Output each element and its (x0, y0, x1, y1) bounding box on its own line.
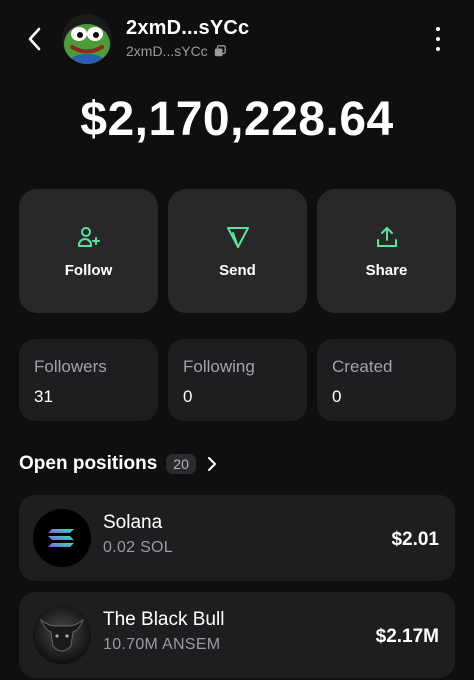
position-amount: 10.70M ANSEM (103, 636, 221, 653)
following-stat[interactable]: Following 0 (168, 339, 307, 421)
following-label: Following (183, 357, 255, 376)
position-name: The Black Bull (103, 609, 225, 630)
profile-name: 2xmD...sYCc (126, 17, 250, 39)
send-label: Send (219, 261, 256, 279)
more-options-button[interactable] (428, 24, 448, 54)
portfolio-balance: $2,170,228.64 (80, 93, 394, 146)
position-row[interactable]: Solana 0.02 SOL $2.01 (19, 495, 455, 581)
position-row[interactable]: The Black Bull 10.70M ANSEM $2.17M (19, 592, 455, 678)
dot-icon (436, 47, 440, 51)
dot-icon (436, 37, 440, 41)
send-icon (225, 224, 251, 250)
position-name: Solana (103, 512, 163, 533)
address-row[interactable]: 2xmD...sYCc (126, 43, 226, 59)
position-amount: 0.02 SOL (103, 539, 174, 556)
positions-count-badge: 20 (166, 454, 196, 474)
pepe-avatar-icon (62, 14, 112, 64)
share-button[interactable]: Share (317, 189, 456, 313)
following-count: 0 (183, 387, 193, 406)
user-plus-icon (76, 224, 102, 250)
black-bull-icon (33, 606, 91, 664)
position-value: $2.01 (391, 529, 439, 550)
back-button[interactable] (22, 26, 46, 52)
created-count: 0 (332, 387, 342, 406)
wallet-address: 2xmD...sYCc (126, 43, 208, 59)
solana-logo-icon (33, 509, 91, 567)
profile-header: 2xmD...sYCc 2xmD...sYCc (0, 0, 474, 80)
copy-icon[interactable] (214, 45, 226, 57)
created-label: Created (332, 357, 393, 376)
share-label: Share (365, 261, 408, 279)
send-button[interactable]: Send (168, 189, 307, 313)
followers-stat[interactable]: Followers 31 (19, 339, 158, 421)
open-positions-title: Open positions (19, 453, 158, 474)
created-stat[interactable]: Created 0 (317, 339, 456, 421)
followers-label: Followers (34, 357, 107, 376)
open-positions-header[interactable]: Open positions 20 (19, 453, 218, 475)
dot-icon (436, 27, 440, 31)
avatar[interactable] (62, 14, 112, 64)
chevron-left-icon (28, 27, 41, 51)
chevron-right-icon (207, 457, 216, 471)
follow-label: Follow (64, 261, 113, 279)
follow-button[interactable]: Follow (19, 189, 158, 313)
followers-count: 31 (34, 387, 53, 406)
share-icon (374, 224, 400, 250)
position-value: $2.17M (375, 626, 439, 647)
